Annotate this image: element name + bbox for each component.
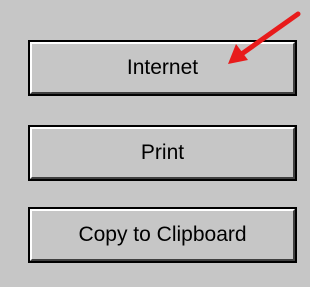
internet-button-label: Internet [126,56,199,79]
print-button-label: Print [140,141,185,164]
internet-button[interactable]: Internet [30,42,295,94]
copy-to-clipboard-button-label: Copy to Clipboard [78,223,247,246]
print-button[interactable]: Print [30,127,295,179]
dialog-panel: Internet Print Copy to Clipboard [0,0,310,287]
copy-to-clipboard-button[interactable]: Copy to Clipboard [30,209,295,261]
